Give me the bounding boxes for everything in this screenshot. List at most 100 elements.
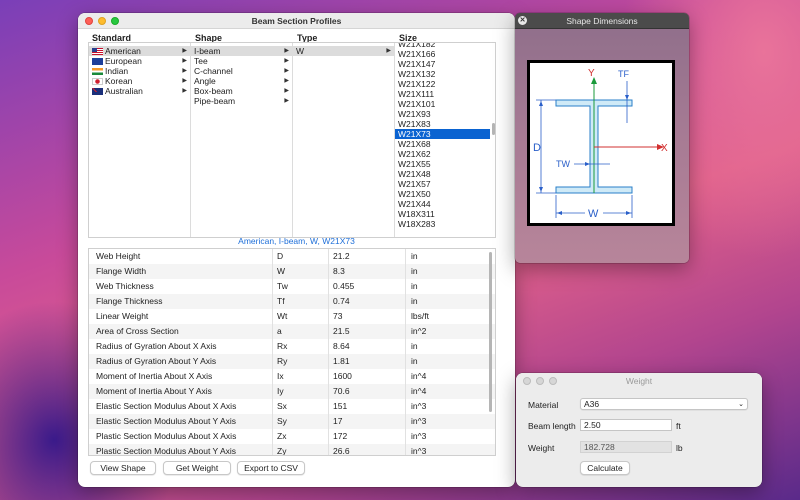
get-weight-button[interactable]: Get Weight: [163, 461, 231, 475]
calculate-button[interactable]: Calculate: [580, 461, 630, 475]
chevron-down-icon: ⌄: [738, 401, 744, 408]
size-list-scrollbar[interactable]: [492, 123, 495, 135]
column-divider: [272, 369, 273, 384]
shape-item-c-channel[interactable]: C-channel ▶: [191, 66, 292, 76]
standard-item-label: Australian: [105, 86, 143, 96]
type-item-w[interactable]: W ▶: [293, 46, 394, 56]
column-divider: [405, 399, 406, 414]
size-item[interactable]: W18X283: [395, 219, 490, 229]
chevron-right-icon: ▶: [284, 98, 289, 104]
in-flag-icon: [92, 68, 103, 75]
tf-arrow-icon: [625, 95, 629, 100]
shape-item-label: Tee: [194, 56, 208, 66]
table-row[interactable]: Flange Thickness Tf 0.74 in: [89, 294, 495, 309]
size-item[interactable]: W21X122: [395, 79, 490, 89]
property-unit: lbs/ft: [411, 311, 429, 321]
size-item[interactable]: W21X166: [395, 49, 490, 59]
shape-item-label: C-channel: [194, 66, 233, 76]
property-unit: in: [411, 251, 418, 261]
column-divider: [405, 444, 406, 455]
table-row[interactable]: Elastic Section Modulus About X Axis Sx 15…: [89, 399, 495, 414]
minimize-window-button[interactable]: [98, 17, 106, 25]
y-axis-label: Y: [588, 68, 595, 79]
chevron-right-icon: ▶: [182, 58, 187, 64]
table-row[interactable]: Elastic Section Modulus About Y Axis Sy 17…: [89, 414, 495, 429]
size-item[interactable]: W18X311: [395, 209, 490, 219]
column-divider: [405, 324, 406, 339]
column-divider: [328, 294, 329, 309]
property-symbol: Sx: [277, 401, 287, 411]
table-row[interactable]: Web Height D 21.2 in: [89, 249, 495, 264]
size-item[interactable]: W21X62: [395, 149, 490, 159]
size-item[interactable]: W21X93: [395, 109, 490, 119]
size-item[interactable]: W21X111: [395, 89, 490, 99]
shape-item-pipe-beam[interactable]: Pipe-beam ▶: [191, 96, 292, 106]
zoom-window-button[interactable]: [111, 17, 119, 25]
chevron-right-icon: ▶: [182, 78, 187, 84]
shape-item-box-beam[interactable]: Box-beam ▶: [191, 86, 292, 96]
properties-scrollbar[interactable]: [489, 252, 492, 412]
size-item[interactable]: W21X55: [395, 159, 490, 169]
property-name: Area of Cross Section: [96, 326, 179, 336]
property-symbol: Ix: [277, 371, 284, 381]
property-name: Moment of Inertia About Y Axis: [96, 386, 212, 396]
standard-item-european[interactable]: European ▶: [89, 56, 190, 66]
table-row[interactable]: Radius of Gyration About Y Axis Ry 1.81 in: [89, 354, 495, 369]
shape-item-i-beam[interactable]: I-beam ▶: [191, 46, 292, 56]
shape-item-tee[interactable]: Tee ▶: [191, 56, 292, 66]
table-row[interactable]: Plastic Section Modulus About Y Axis Zy 26…: [89, 444, 495, 456]
close-icon[interactable]: ✕: [518, 16, 527, 25]
close-window-button[interactable]: [523, 377, 531, 385]
material-select[interactable]: A36 ⌄: [580, 398, 748, 410]
standard-item-korean[interactable]: Korean ▶: [89, 76, 190, 86]
main-titlebar: Beam Section Profiles: [78, 13, 515, 29]
table-row[interactable]: Moment of Inertia About X Axis Ix 1600 in^4: [89, 369, 495, 384]
table-row[interactable]: Plastic Section Modulus About X Axis Zx 17…: [89, 429, 495, 444]
standard-column: American ▶ European ▶ Indian ▶ Korean ▶ Aust…: [89, 43, 191, 237]
property-name: Plastic Section Modulus About Y Axis: [96, 446, 237, 456]
chevron-right-icon: ▶: [284, 78, 289, 84]
size-item[interactable]: W21X68: [395, 139, 490, 149]
property-symbol: W: [277, 266, 286, 276]
shape-item-angle[interactable]: Angle ▶: [191, 76, 292, 86]
size-item[interactable]: W21X147: [395, 59, 490, 69]
table-row[interactable]: Flange Width W 8.3 in: [89, 264, 495, 279]
size-item[interactable]: W21X50: [395, 189, 490, 199]
size-column[interactable]: W21X182 W21X166 W21X147 W21X132 W21X122 W21X1…: [395, 43, 497, 237]
beam-length-input[interactable]: 2.50: [580, 419, 672, 431]
shape-column: I-beam ▶ Tee ▶ C-channel ▶ Angle ▶ Box-beam ▶…: [191, 43, 293, 237]
size-item[interactable]: W21X44: [395, 199, 490, 209]
table-row[interactable]: Web Thickness Tw 0.455 in: [89, 279, 495, 294]
size-item[interactable]: W21X73: [395, 129, 490, 139]
table-row[interactable]: Radius of Gyration About X Axis Rx 8.64 in: [89, 339, 495, 354]
table-row[interactable]: Linear Weight Wt 73 lbs/ft: [89, 309, 495, 324]
column-divider: [272, 249, 273, 264]
column-divider: [328, 264, 329, 279]
export-csv-button[interactable]: Export to CSV: [237, 461, 305, 475]
column-divider: [328, 354, 329, 369]
column-divider: [328, 399, 329, 414]
size-item[interactable]: W21X101: [395, 99, 490, 109]
close-window-button[interactable]: [85, 17, 93, 25]
column-divider: [272, 294, 273, 309]
size-item[interactable]: W21X48: [395, 169, 490, 179]
type-item-label: W: [296, 46, 305, 56]
beam-length-unit: ft: [676, 421, 681, 431]
column-divider: [272, 339, 273, 354]
property-unit: in^4: [411, 371, 427, 381]
zoom-window-button[interactable]: [549, 377, 557, 385]
us-flag-icon: [92, 48, 103, 55]
standard-item-australian[interactable]: Australian ▶: [89, 86, 190, 96]
size-item[interactable]: W21X57: [395, 179, 490, 189]
standard-item-indian[interactable]: Indian ▶: [89, 66, 190, 76]
size-item[interactable]: W21X83: [395, 119, 490, 129]
size-item[interactable]: W21X132: [395, 69, 490, 79]
table-row[interactable]: Area of Cross Section a 21.5 in^2: [89, 324, 495, 339]
weight-window: Weight Material A36 ⌄ Beam length 2.50 f…: [516, 373, 762, 487]
table-row[interactable]: Moment of Inertia About Y Axis Iy 70.6 in^4: [89, 384, 495, 399]
column-divider: [405, 309, 406, 324]
minimize-window-button[interactable]: [536, 377, 544, 385]
standard-item-american[interactable]: American ▶: [89, 46, 190, 56]
column-divider: [328, 339, 329, 354]
view-shape-button[interactable]: View Shape: [90, 461, 156, 475]
